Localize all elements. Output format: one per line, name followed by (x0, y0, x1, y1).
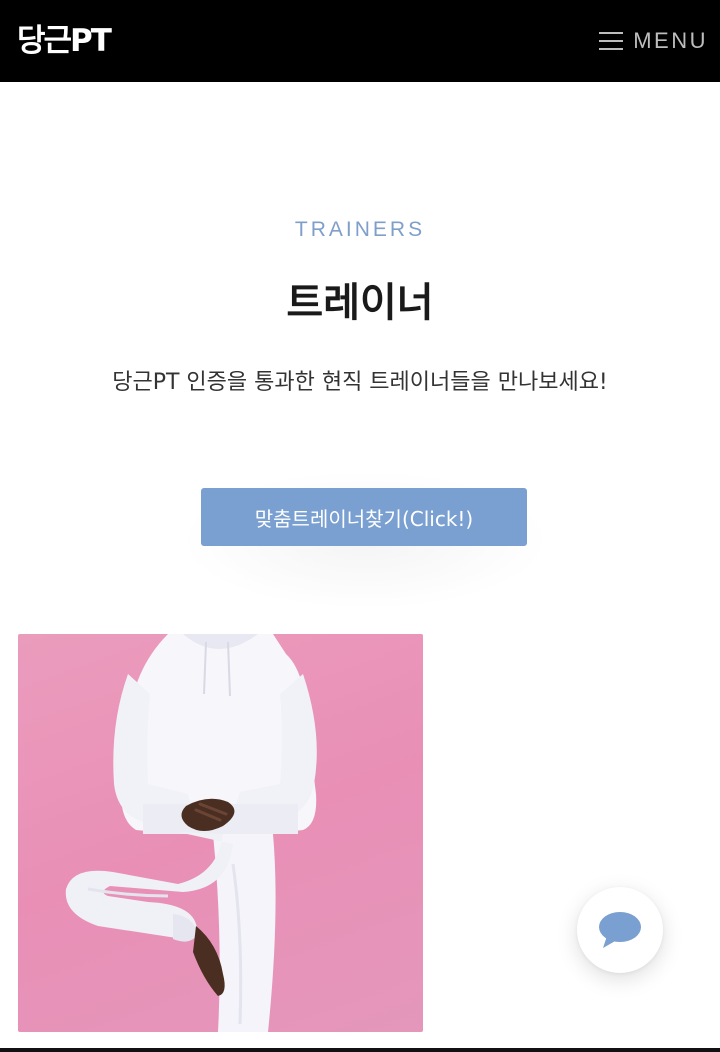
trainer-illustration (65, 634, 317, 1032)
chat-button[interactable] (577, 887, 663, 973)
section-title: 트레이너 (286, 280, 434, 326)
find-trainer-button[interactable]: 맞춤트레이너찾기(Click!) (201, 488, 527, 546)
menu-label[interactable]: MENU (633, 28, 708, 54)
chat-bubble-icon (599, 912, 641, 948)
section-subtitle: 당근PT 인증을 통과한 현직 트레이너들을 만나보세요! (112, 370, 608, 395)
section-eyebrow: TRAINERS (294, 218, 426, 241)
brand-logo[interactable]: 당근PT (17, 25, 112, 57)
page-bottom-divider (0, 1048, 720, 1052)
hamburger-icon[interactable] (599, 31, 624, 51)
trainer-photo[interactable] (18, 634, 423, 1032)
menu-button[interactable]: MENU (599, 28, 708, 54)
top-navigation-bar: 당근PT MENU (0, 0, 720, 82)
